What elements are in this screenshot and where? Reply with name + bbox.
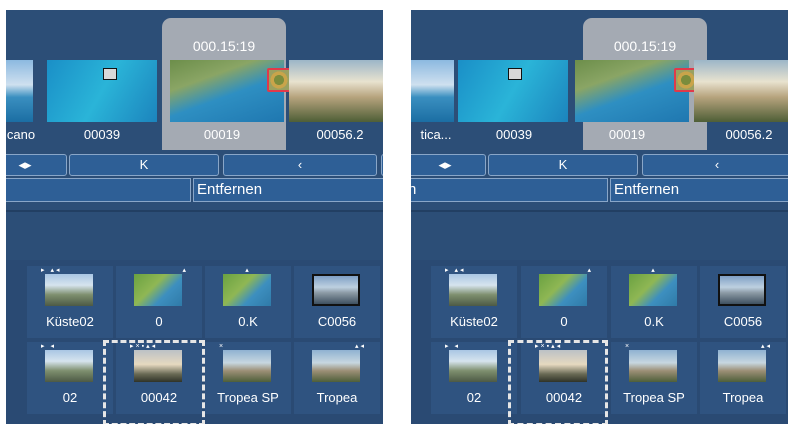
bin-scene[interactable]: ▴ 0 <box>116 266 202 338</box>
bin-scene[interactable]: ▴ 0 <box>521 266 607 338</box>
bin-scene[interactable]: ▴◂ Tropea <box>294 342 380 414</box>
thumb-label-3: 00019 <box>203 127 241 142</box>
bin-scene-label: Küste02 <box>450 314 498 329</box>
bin-scene[interactable]: ▴ 0.K <box>205 266 291 338</box>
bin-scene-label: 0 <box>560 314 568 329</box>
action-button[interactable]: n <box>411 178 608 202</box>
next-button[interactable] <box>381 154 383 176</box>
play-button[interactable]: ◂▸ <box>6 154 67 176</box>
previous-button[interactable]: ‹ <box>223 154 377 176</box>
remove-button[interactable]: Entfernen <box>193 178 383 202</box>
bin-scene[interactable]: ▸ ◂ 02 <box>27 342 113 414</box>
storyboard-thumb-4[interactable] <box>289 60 383 122</box>
storyboard-thumb-4[interactable] <box>694 60 788 122</box>
go-to-start-button[interactable]: K <box>69 154 219 176</box>
bin-scene[interactable]: ▸ ▴◂ Küste02 <box>431 266 517 338</box>
thumb-label-1: cano <box>6 127 36 142</box>
bin-scene-label: 0.K <box>644 314 664 329</box>
overlay-icon <box>508 68 522 80</box>
thumb-label-3: 00019 <box>608 127 646 142</box>
bin-scene-label: Tropea <box>722 390 764 405</box>
thumb-label-1: tica... <box>420 127 452 142</box>
bin-scene-label: 02 <box>62 390 78 405</box>
action-button[interactable]: n <box>6 178 191 202</box>
thumb-label-2: 00039 <box>495 127 533 142</box>
effect-badge-icon <box>267 68 291 92</box>
bin-scene-label: Tropea SP <box>217 390 279 405</box>
bin-scene-label: 02 <box>466 390 482 405</box>
selection-outline <box>103 340 205 424</box>
bin-scene[interactable]: × Tropea SP <box>205 342 291 414</box>
timecode: 000.15:19 <box>192 38 256 54</box>
storyboard-thumb-3[interactable] <box>575 60 689 122</box>
editor-panel-right: 000.15:19 tica... 00039 00019 00056.2 ◂▸… <box>411 10 788 424</box>
previous-button[interactable]: ‹ <box>642 154 788 176</box>
transport-bar: ◂▸ K ‹ <box>411 154 788 176</box>
bin-scene[interactable]: C0056 <box>294 266 380 338</box>
overlay-icon <box>103 68 117 80</box>
bin-scene-label: Tropea SP <box>623 390 685 405</box>
transport-bar: ◂▸ K ‹ <box>6 154 383 176</box>
bin-scene-label: 0 <box>155 314 163 329</box>
bin-scene[interactable]: ▸ ▴◂ Küste02 <box>27 266 113 338</box>
bin-scene[interactable]: ▸ ◂ 02 <box>431 342 517 414</box>
bin-scene-label: Tropea <box>316 390 358 405</box>
play-button[interactable]: ◂▸ <box>411 154 486 176</box>
thumb-label-2: 00039 <box>83 127 121 142</box>
divider <box>6 210 383 212</box>
action-bar: n Entfernen <box>411 178 788 204</box>
storyboard-thumb-1[interactable] <box>411 60 454 122</box>
bin-scene[interactable]: ▴ 0.K <box>611 266 697 338</box>
bin-scene-label: C0056 <box>723 314 763 329</box>
bin-scene[interactable]: C0056 <box>700 266 786 338</box>
timecode: 000.15:19 <box>613 38 677 54</box>
selection-outline <box>508 340 608 424</box>
bin-scene[interactable]: × Tropea SP <box>611 342 697 414</box>
thumb-label-4: 00056.2 <box>316 127 364 142</box>
editor-panel-left: 000.15:19 cano 00039 00019 00056.2 ◂▸ K … <box>6 10 383 424</box>
go-to-start-button[interactable]: K <box>488 154 638 176</box>
bin-scene-label: C0056 <box>317 314 357 329</box>
storyboard-thumb-2[interactable] <box>47 60 157 122</box>
action-bar: n Entfernen <box>6 178 383 204</box>
thumb-label-4: 00056.2 <box>725 127 773 142</box>
bin-scene[interactable]: ▴◂ Tropea <box>700 342 786 414</box>
divider <box>411 210 788 212</box>
bin-scene-label: Küste02 <box>46 314 94 329</box>
remove-button[interactable]: Entfernen <box>610 178 788 202</box>
storyboard-thumb-1[interactable] <box>6 60 33 122</box>
bin-scene-label: 0.K <box>238 314 258 329</box>
